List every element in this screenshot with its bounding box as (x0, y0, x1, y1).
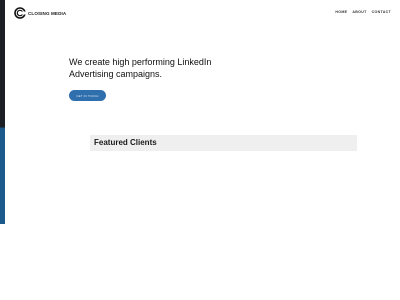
brand-name: CLOSING MEDIA (28, 10, 67, 16)
nav-item-contact[interactable]: CONTACT (372, 10, 391, 14)
nav-item-about[interactable]: ABOUT (352, 10, 366, 14)
site-header: CLOSING MEDIA HOME ABOUT CONTACT (5, 0, 400, 26)
c-ring-logo-icon (14, 7, 26, 19)
featured-clients-title: Featured Clients (94, 138, 157, 147)
hero-heading-line-1: We create high performing LinkedIn (69, 57, 212, 67)
logo-link[interactable]: CLOSING MEDIA (14, 6, 66, 20)
nav-item-home[interactable]: HOME (335, 10, 347, 14)
featured-clients-section: Featured Clients (90, 135, 357, 151)
side-accent-strip (0, 0, 5, 224)
get-in-touch-button[interactable]: GET IN TOUCH (69, 90, 106, 101)
page: CLOSING MEDIA HOME ABOUT CONTACT We crea… (0, 0, 400, 300)
main-nav: HOME ABOUT CONTACT (335, 10, 391, 14)
hero-heading: We create high performing LinkedIn Adver… (69, 56, 269, 80)
hero-heading-line-2: Advertising campaigns. (69, 69, 163, 79)
